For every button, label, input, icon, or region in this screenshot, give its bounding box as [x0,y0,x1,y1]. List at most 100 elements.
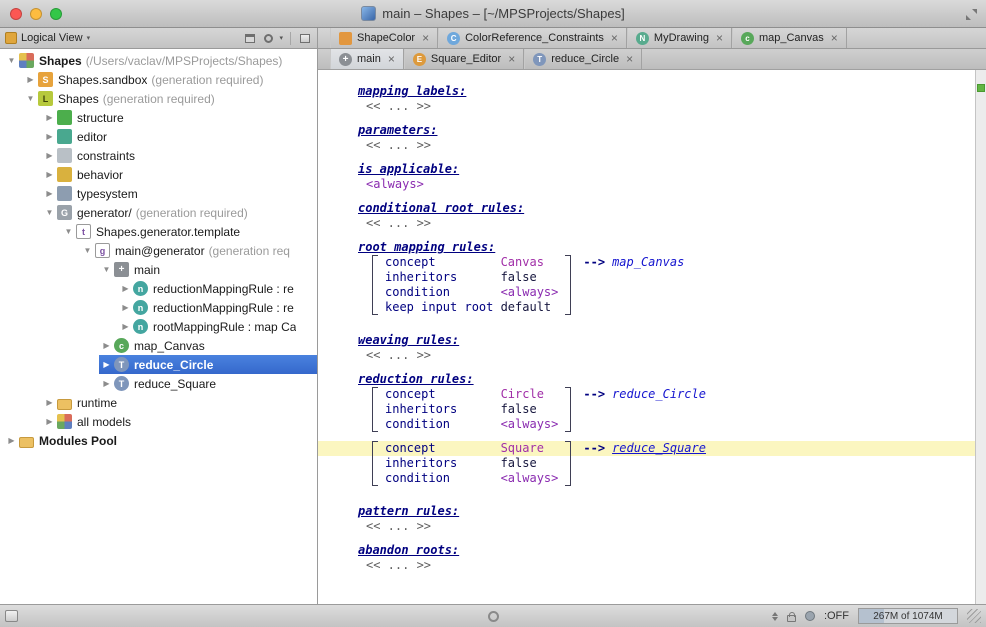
editor-section-header[interactable]: parameters: [358,123,975,138]
tree-item-reduce-square[interactable]: ▶reduce_Square [0,374,317,393]
expander-icon[interactable]: ▼ [23,94,38,103]
minimize-button[interactable] [30,8,42,20]
gear-icon[interactable] [261,31,275,45]
tree-item-main-generator[interactable]: ▼main@generator (generation req [0,241,317,260]
tree-item-shapes-sandbox[interactable]: ▶Shapes.sandbox (generation required) [0,70,317,89]
tab-mydrawing[interactable]: MyDrawing× [627,28,732,48]
tree-item-reduce-circle[interactable]: ▶reduce_Circle [0,355,317,374]
generation-status-label[interactable]: :OFF [824,610,849,622]
tree-item-structure[interactable]: ▶structure [0,108,317,127]
expander-icon[interactable]: ▶ [42,398,57,407]
tree-item-body[interactable]: ▶typesystem [42,184,317,203]
expander-icon[interactable]: ▼ [80,246,95,255]
expander-icon[interactable]: ▶ [4,436,19,445]
tree-item-editor[interactable]: ▶editor [0,127,317,146]
expander-icon[interactable]: ▼ [99,265,114,274]
rule-property-row[interactable]: conceptCanvas [385,255,558,270]
float-panel-icon[interactable] [243,31,257,45]
editor-section-header[interactable]: conditional root rules: [358,201,975,216]
tree-item-main[interactable]: ▼main [0,260,317,279]
tree-item-body[interactable]: ▶reductionMappingRule : re [118,298,317,317]
tree-item-constraints[interactable]: ▶constraints [0,146,317,165]
expander-icon[interactable]: ▶ [118,322,133,331]
editor-empty-cells[interactable]: << ... >> [366,519,975,534]
editor-empty-cells[interactable]: << ... >> [366,99,975,114]
memory-indicator[interactable]: 267M of 1074M [858,608,958,624]
tree-item-runtime[interactable]: ▶runtime [0,393,317,412]
background-tasks-icon[interactable] [488,611,499,622]
tree-item-typesystem[interactable]: ▶typesystem [0,184,317,203]
tree-item-shapes[interactable]: ▼Shapes (generation required) [0,89,317,108]
tree-item-body[interactable]: ▶reduce_Square [99,374,317,393]
close-tab-icon[interactable]: × [611,32,618,44]
tree-item-body[interactable]: ▶Modules Pool [4,431,317,450]
expander-icon[interactable]: ▶ [42,417,57,426]
scroll-arrows-icon[interactable] [772,612,778,621]
expander-icon[interactable]: ▶ [99,341,114,350]
tab-shapecolor[interactable]: ShapeColor× [330,28,438,48]
expander-icon[interactable]: ▶ [42,189,57,198]
tree-item-reductionmappingrule-re[interactable]: ▶reductionMappingRule : re [0,279,317,298]
editor-empty-cells[interactable]: << ... >> [366,138,975,153]
tree-item-body[interactable]: ▶runtime [42,393,317,412]
rule-property-row[interactable]: inheritorsfalse [385,270,558,285]
tree-item-body[interactable]: ▼main@generator (generation req [80,241,317,260]
hide-panel-icon[interactable] [298,31,312,45]
error-stripe-scrollbar[interactable] [975,70,986,604]
close-tab-icon[interactable]: × [626,53,633,65]
editor-section-header[interactable]: mapping labels: [358,84,975,99]
rule-value[interactable]: <always> [501,417,559,431]
expander-icon[interactable]: ▶ [42,132,57,141]
inspections-profile-icon[interactable] [805,611,815,621]
rule-value[interactable]: Square [501,441,544,455]
editor-empty-cells[interactable]: << ... >> [366,348,975,363]
rule-property-row[interactable]: inheritorsfalse [385,456,558,471]
tree-item-body[interactable]: ▼Shapes (generation required) [23,89,317,108]
rule-property-row[interactable]: conceptCircle [385,387,558,402]
fullscreen-icon[interactable] [966,9,977,20]
expander-icon[interactable]: ▼ [61,227,76,236]
rule-property-row[interactable]: inheritorsfalse [385,402,558,417]
expander-icon[interactable]: ▼ [42,208,57,217]
rule-property-row[interactable]: condition<always> [385,285,558,300]
editor-section-header[interactable]: abandon roots: [358,543,975,558]
rule-value[interactable]: false [501,270,537,284]
rule-block[interactable]: conceptCircleinheritorsfalsecondition<al… [372,387,975,432]
tree-item-body[interactable]: ▼generator/ (generation required) [42,203,317,222]
tab-colorreference-constraints[interactable]: ColorReference_Constraints× [438,28,627,48]
tree-item-body[interactable]: ▶reductionMappingRule : re [118,279,317,298]
expander-icon[interactable]: ▶ [99,379,114,388]
close-tab-icon[interactable]: × [508,53,515,65]
expander-icon[interactable]: ▼ [4,56,19,65]
tree-item-behavior[interactable]: ▶behavior [0,165,317,184]
tree-item-body[interactable]: ▶behavior [42,165,317,184]
tab-map-canvas[interactable]: map_Canvas× [732,28,847,48]
close-tab-icon[interactable]: × [831,32,838,44]
tab-main[interactable]: main× [330,49,404,69]
rule-value[interactable]: false [501,402,537,416]
expander-icon[interactable]: ▶ [42,151,57,160]
rule-value[interactable]: Circle [501,387,544,401]
tree-item-shapes-generator-template[interactable]: ▼Shapes.generator.template [0,222,317,241]
lock-icon[interactable] [787,615,796,622]
tree-item-all-models[interactable]: ▶all models [0,412,317,431]
tree-item-body[interactable]: ▶all models [42,412,317,431]
rule-target-link[interactable]: reduce_Square [612,441,706,455]
editor-empty-cells[interactable]: << ... >> [366,558,975,573]
tree-item-reductionmappingrule-re[interactable]: ▶reductionMappingRule : re [0,298,317,317]
expander-icon[interactable]: ▶ [23,75,38,84]
titlebar[interactable]: main – Shapes – [~/MPSProjects/Shapes] [0,0,986,28]
toggle-panels-icon[interactable] [5,610,18,622]
editor-empty-cells[interactable]: << ... >> [366,216,975,231]
tree-item-generator[interactable]: ▼generator/ (generation required) [0,203,317,222]
tree-item-shapes[interactable]: ▼Shapes (/Users/vaclav/MPSProjects/Shape… [0,51,317,70]
close-tab-icon[interactable]: × [422,32,429,44]
editor-pane[interactable]: mapping labels:<< ... >>parameters:<< ..… [318,70,975,604]
tree-item-modules-pool[interactable]: ▶Modules Pool [0,431,317,450]
editor-value-cell[interactable]: <always> [366,177,975,192]
tree-item-body[interactable]: ▶editor [42,127,317,146]
tree-item-rootmappingrule-map-ca[interactable]: ▶rootMappingRule : map Ca [0,317,317,336]
tree-item-body[interactable]: ▼Shapes (/Users/vaclav/MPSProjects/Shape… [4,51,317,70]
tree-item-body[interactable]: ▶Shapes.sandbox (generation required) [23,70,317,89]
tree-item-body[interactable]: ▶map_Canvas [99,336,317,355]
